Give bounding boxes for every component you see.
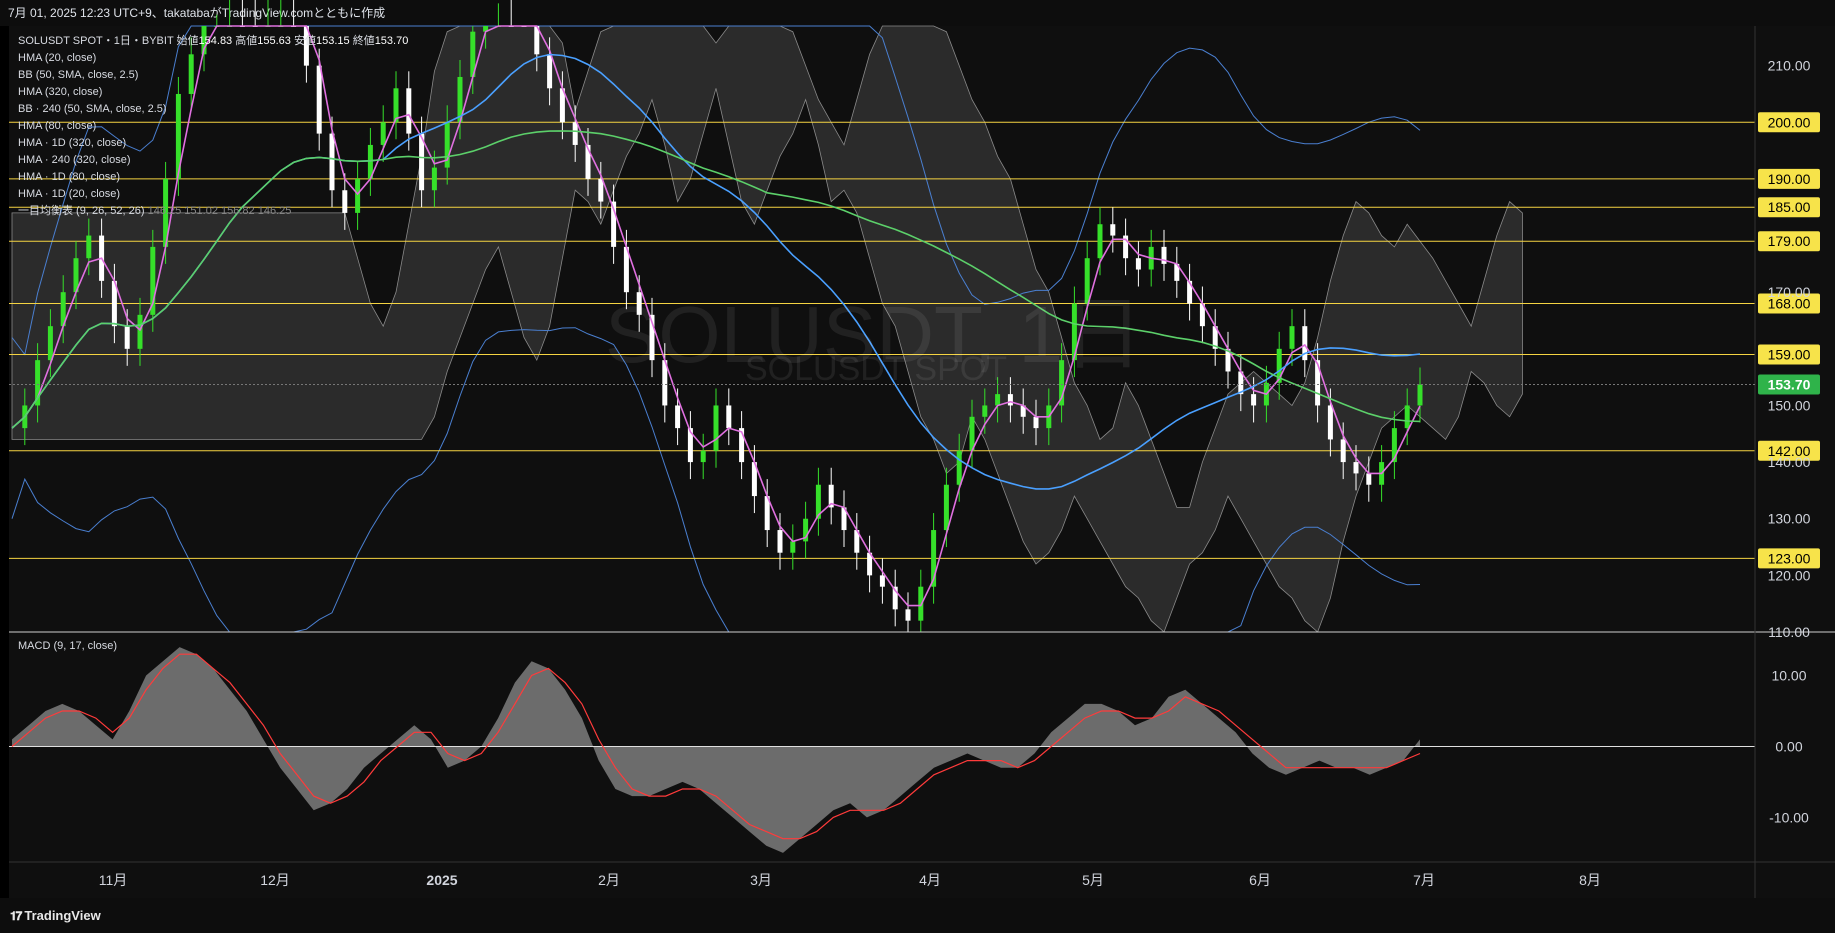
level-label: 185.00 <box>1768 199 1811 215</box>
candle-body <box>956 450 962 485</box>
time-axis: 11月 12月 2025 2月 3月 4月 5月 6月 7月 8月 <box>99 872 1601 888</box>
legend-indicator[interactable]: HMA (20, close) <box>18 50 408 67</box>
low-value: 153.15 <box>315 35 350 47</box>
open-value: 154.83 <box>198 35 233 47</box>
legend-symbol[interactable]: SOLUSDT SPOT・1日・BYBIT <box>18 35 173 47</box>
macd-legend[interactable]: MACD (9, 17, close) <box>18 640 117 652</box>
candle-body <box>943 484 949 531</box>
candle-body <box>713 405 719 451</box>
price-tick-label: 150.00 <box>1768 397 1811 413</box>
candle-body <box>726 405 732 429</box>
tradingview-logo-icon: 𝟏𝟕 <box>10 909 22 923</box>
legend-indicator[interactable]: HMA · 1D (20, close) <box>18 186 408 203</box>
candle-body <box>572 122 578 145</box>
candle-body <box>790 541 796 553</box>
tradingview-logo[interactable]: 𝟏𝟕 TradingView <box>10 908 101 924</box>
candle-body <box>47 326 53 361</box>
time-tick-label: 2月 <box>598 872 620 888</box>
watermark-subtitle: SOLUSDT SPOT <box>745 350 1007 388</box>
level-label: 179.00 <box>1768 233 1811 249</box>
candle-body <box>1251 394 1257 406</box>
macd-tick-label: 10.00 <box>1771 667 1806 683</box>
legend-indicator[interactable]: HMA · 240 (320, close) <box>18 152 408 169</box>
time-tick-label: 7月 <box>1413 872 1435 888</box>
legend-indicator[interactable]: HMA · 1D (320, close) <box>18 135 408 152</box>
time-tick-label: 4月 <box>919 872 941 888</box>
time-tick-label: 11月 <box>99 872 128 888</box>
macd-tick-label: -10.00 <box>1769 809 1809 825</box>
high-label: 高値 <box>235 35 258 47</box>
legend-indicator[interactable]: HMA (80, close) <box>18 118 408 135</box>
price-tick-label: 130.00 <box>1768 511 1811 527</box>
candle-body <box>124 326 130 349</box>
indicator-legend: SOLUSDT SPOT・1日・BYBIT 始値154.83 高値155.63 … <box>18 33 408 220</box>
price-tick-label: 120.00 <box>1768 567 1811 583</box>
candle-body <box>431 167 437 191</box>
footer-bar <box>0 898 1835 933</box>
close-value: 153.70 <box>374 35 409 47</box>
price-tick-label: 170.00 <box>1768 284 1811 300</box>
macd-tick-label: 0.00 <box>1775 738 1802 754</box>
candle-body <box>1135 258 1141 270</box>
candle-body <box>137 314 143 349</box>
price-tick-label: 140.00 <box>1768 454 1811 470</box>
price-tick-label: 110.00 <box>1768 624 1810 640</box>
time-tick-label: 3月 <box>750 872 772 888</box>
price-tick-label: 210.00 <box>1768 58 1811 74</box>
legend-header: SOLUSDT SPOT・1日・BYBIT 始値154.83 高値155.63 … <box>18 33 408 50</box>
level-label: 190.00 <box>1768 171 1811 187</box>
candle-body <box>777 530 783 553</box>
time-tick-label: 12月 <box>260 872 290 888</box>
time-tick-label: 6月 <box>1249 872 1271 888</box>
candle-body <box>1417 384 1423 406</box>
candle-body <box>1110 224 1116 236</box>
level-label: 200.00 <box>1768 114 1811 130</box>
legend-indicator[interactable]: HMA (320, close) <box>18 84 408 101</box>
candle-body <box>1007 394 1013 406</box>
ichimoku-values: 146.25 151.02 156.82 146.25 <box>147 205 292 217</box>
macd-pane: 10.00 0.00 -10.00 <box>9 647 1809 853</box>
candle-body <box>995 394 1001 406</box>
candle-body <box>1033 416 1039 429</box>
ichimoku-label: 一目均衡表 (9, 26, 52, 26) <box>18 205 145 217</box>
candle-body <box>598 178 604 202</box>
legend-indicator[interactable]: BB (50, SMA, close, 2.5) <box>18 67 408 84</box>
candle-body <box>1353 462 1359 474</box>
candle-body <box>982 405 988 417</box>
time-tick-label: 2025 <box>426 872 457 888</box>
candle-body <box>1289 326 1295 349</box>
candle-body <box>86 235 92 259</box>
legend-indicator[interactable]: HMA · 1D (80, close) <box>18 169 408 186</box>
candle-body <box>1404 405 1410 429</box>
level-label: 159.00 <box>1768 346 1811 362</box>
candle-body <box>905 609 911 621</box>
open-label: 始値 <box>176 35 199 47</box>
candle-body <box>1327 405 1333 440</box>
low-label: 安値 <box>293 35 316 47</box>
candle-body <box>700 450 706 463</box>
time-tick-label: 8月 <box>1579 872 1601 888</box>
level-label: 123.00 <box>1768 550 1811 566</box>
time-tick-label: 5月 <box>1082 872 1104 888</box>
candle-body <box>1340 439 1346 463</box>
legend-indicator-ichimoku[interactable]: 一目均衡表 (9, 26, 52, 26) 146.25 151.02 156.… <box>18 203 408 220</box>
candle-body <box>1366 473 1372 485</box>
high-value: 155.63 <box>257 35 291 47</box>
candle-body <box>1097 224 1103 259</box>
macd-area <box>12 647 1420 853</box>
close-label: 終値 <box>352 35 375 47</box>
candle-body <box>879 575 885 587</box>
candle-body <box>675 405 681 429</box>
last-price-label: 153.70 <box>1768 377 1811 393</box>
candle-body <box>547 54 553 89</box>
legend-indicator[interactable]: BB · 240 (50, SMA, close, 2.5) <box>18 101 408 118</box>
